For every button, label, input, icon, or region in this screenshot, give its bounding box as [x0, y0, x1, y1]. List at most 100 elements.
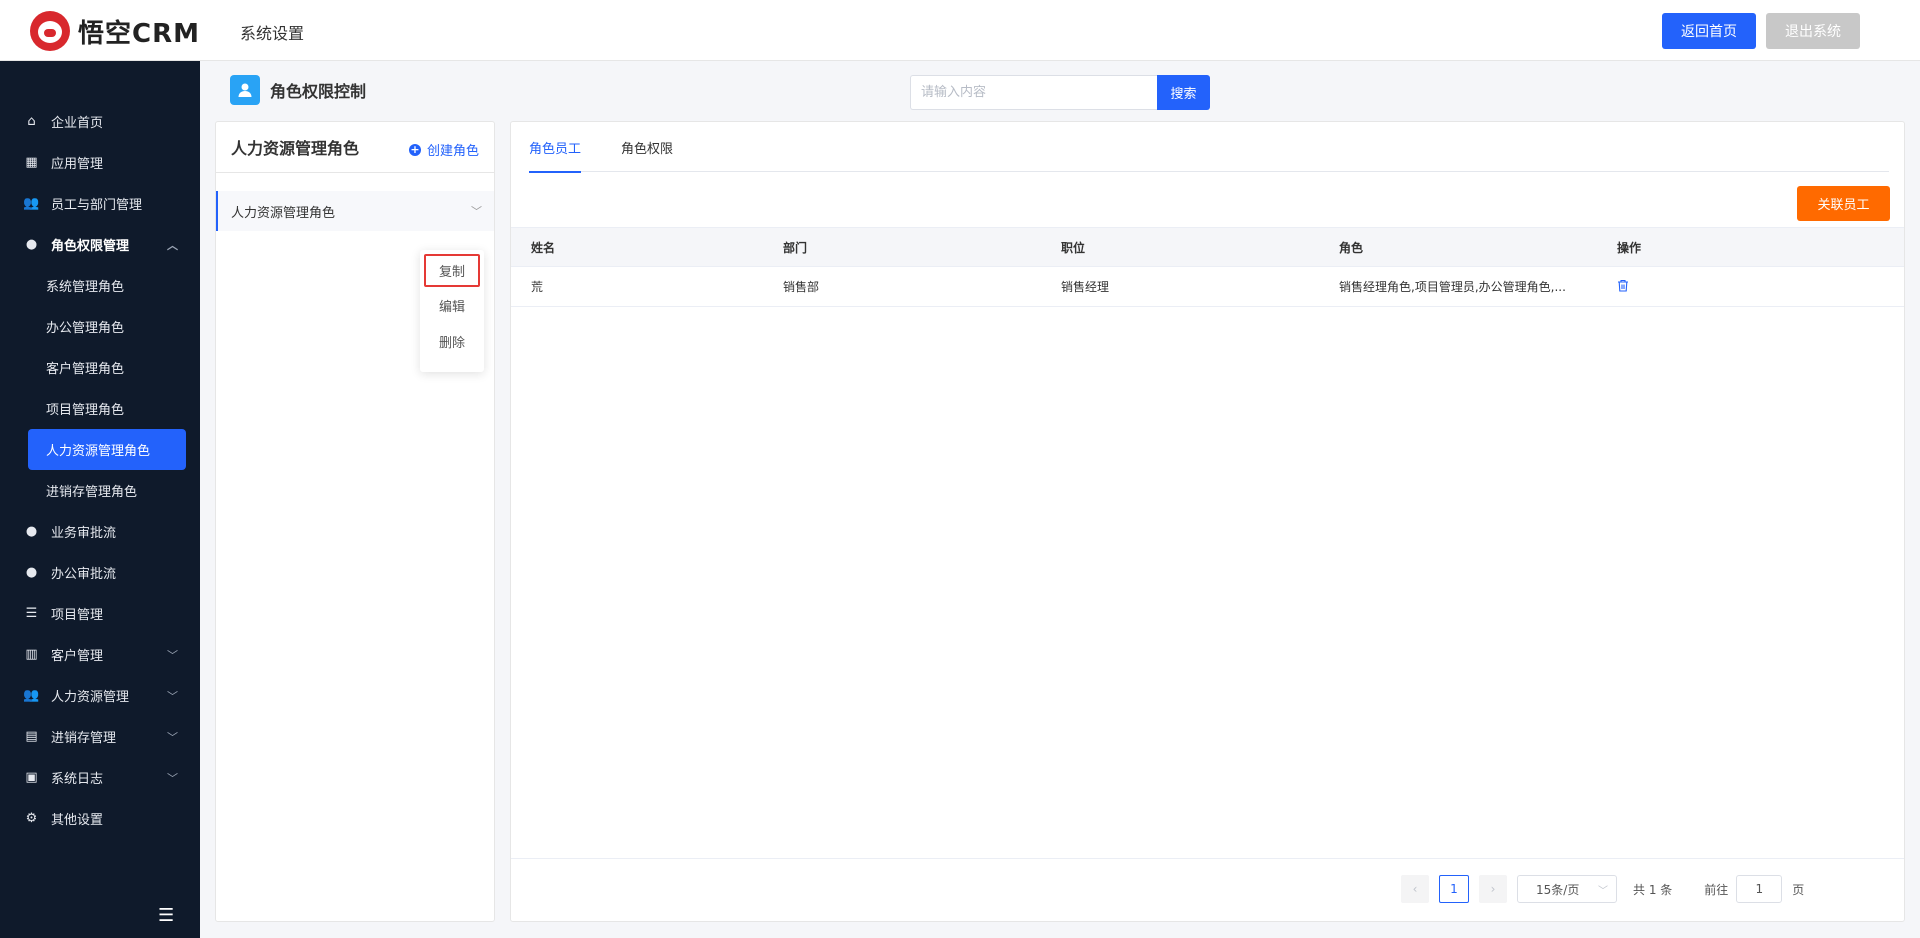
copy-menu-item[interactable]: 复制	[424, 254, 480, 287]
sidebar-item-label: 员工与部门管理	[51, 198, 143, 213]
create-role-label: 创建角色	[426, 144, 479, 159]
users-icon: 👥	[23, 688, 40, 703]
search-input[interactable]	[910, 75, 1157, 110]
table-footer-divider	[511, 858, 1904, 859]
chevron-down-icon[interactable]: ﹀	[471, 203, 482, 219]
sidebar-item-project-management[interactable]: ☰ 项目管理	[0, 593, 200, 634]
cell-name: 荒	[531, 280, 544, 294]
page-suffix: 页	[1792, 882, 1805, 897]
sidebar-item-label: 系统日志	[51, 772, 104, 787]
create-role-button[interactable]: + 创建角色	[408, 140, 479, 159]
page-size-select[interactable]: 15条/页 ﹀	[1517, 875, 1617, 903]
staff-table: 姓名 部门 职位 角色 操作 荒 销售部 销售经理 销售经理角色,项目管理员,办…	[511, 227, 1904, 307]
grid-icon: ▦	[25, 155, 38, 170]
page-size-value: 15条/页	[1536, 882, 1580, 897]
column-header-role: 角色	[1339, 240, 1364, 255]
sidebar-item-inventory-management[interactable]: ▤ 进销存管理 ﹀	[0, 716, 200, 757]
top-header: 悟空CRM 系统设置 返回首页 退出系统	[0, 0, 1920, 61]
role-name: 人力资源管理角色	[231, 205, 336, 221]
user-icon: ●	[25, 524, 38, 539]
chevron-down-icon: ﹀	[167, 730, 178, 744]
chevron-down-icon: ﹀	[167, 689, 178, 703]
sidebar-item-home[interactable]: ⌂ 企业首页	[0, 101, 200, 142]
pagination: ‹ 1 › 15条/页 ﹀ 共 1 条 前往 1 页	[1401, 875, 1804, 903]
header-title: 系统设置	[240, 24, 305, 43]
sidebar-item-label: 角色权限管理	[51, 239, 130, 254]
cell-action	[1615, 279, 1904, 295]
monkey-logo-icon	[30, 11, 70, 51]
collapse-sidebar-icon[interactable]: ☰	[158, 905, 174, 926]
user-avatar-icon	[230, 75, 260, 105]
prev-page-button[interactable]: ‹	[1401, 875, 1429, 903]
sidebar-item-role-permission[interactable]: ● 角色权限管理 ︿	[0, 224, 200, 265]
gear-icon: ⚙	[25, 811, 38, 826]
total-count: 共 1 条	[1633, 882, 1673, 897]
sidebar-item-customer-management[interactable]: ▥ 客户管理 ﹀	[0, 634, 200, 675]
goto-label: 前往	[1704, 882, 1729, 897]
logo: 悟空CRM	[30, 11, 200, 51]
clipboard-icon: ▣	[25, 770, 38, 785]
sidebar: ⌂ 企业首页 ▦ 应用管理 👥 员工与部门管理 ● 角色权限管理 ︿ 系统管理角…	[0, 61, 200, 938]
cell-roles: 销售经理角色,项目管理员,办公管理角色,...	[1339, 280, 1566, 294]
search-button[interactable]: 搜索	[1157, 75, 1210, 110]
chevron-down-icon: ﹀	[1598, 885, 1608, 897]
users-icon: 👥	[23, 196, 40, 211]
goto-page-input[interactable]: 1	[1736, 875, 1783, 903]
table-row: 荒 销售部 销售经理 销售经理角色,项目管理员,办公管理角色,...	[511, 267, 1904, 307]
sidebar-item-hr-management[interactable]: 👥 人力资源管理 ﹀	[0, 675, 200, 716]
tab-bar: 角色员工 角色权限	[529, 122, 1889, 173]
delete-menu-item[interactable]: 删除	[420, 323, 484, 359]
sidebar-item-office-approval[interactable]: ● 办公审批流	[0, 552, 200, 593]
divider	[216, 172, 494, 173]
sidebar-item-label: 其他设置	[51, 813, 104, 828]
sidebar-subitem-customer-role[interactable]: 客户管理角色	[0, 347, 200, 388]
role-panel: 人力资源管理角色 + 创建角色 人力资源管理角色 ﹀ 复制 编辑 删除	[215, 121, 495, 922]
search-bar: 搜索	[910, 75, 1210, 110]
sidebar-item-label: 客户管理	[51, 649, 104, 664]
sidebar-item-label: 应用管理	[51, 157, 104, 172]
page-title: 角色权限控制	[270, 82, 367, 101]
sidebar-item-business-approval[interactable]: ● 业务审批流	[0, 511, 200, 552]
sidebar-item-system-log[interactable]: ▣ 系统日志 ﹀	[0, 757, 200, 798]
edit-menu-item[interactable]: 编辑	[420, 287, 484, 323]
sidebar-item-label: 项目管理	[51, 608, 104, 623]
chevron-up-icon: ︿	[167, 238, 178, 252]
plus-circle-icon: +	[408, 142, 421, 156]
home-icon: ⌂	[27, 114, 36, 129]
column-header-position: 职位	[1061, 240, 1086, 255]
logo-text: 悟空CRM	[78, 18, 200, 49]
column-header-name: 姓名	[531, 240, 556, 255]
role-list-item[interactable]: 人力资源管理角色 ﹀	[216, 191, 494, 231]
role-panel-title: 人力资源管理角色	[231, 139, 360, 158]
sidebar-item-label: 办公审批流	[51, 567, 117, 582]
building-icon: ▥	[25, 647, 38, 662]
page-header: 角色权限控制	[230, 75, 366, 105]
next-page-button[interactable]: ›	[1479, 875, 1507, 903]
tab-role-permission[interactable]: 角色权限	[621, 122, 673, 172]
cell-position: 销售经理	[1061, 280, 1110, 294]
sidebar-subitem-inventory-role[interactable]: 进销存管理角色	[0, 470, 200, 511]
list-icon: ☰	[25, 606, 38, 621]
associate-staff-button[interactable]: 关联员工	[1797, 186, 1890, 221]
column-header-action: 操作	[1617, 240, 1642, 255]
sidebar-item-label: 业务审批流	[51, 526, 117, 541]
sidebar-subitem-hr-role[interactable]: 人力资源管理角色	[28, 429, 186, 470]
sidebar-item-label: 企业首页	[51, 116, 104, 131]
exit-system-button[interactable]: 退出系统	[1766, 13, 1860, 49]
chevron-down-icon: ﹀	[167, 771, 178, 785]
sidebar-item-staff-dept[interactable]: 👥 员工与部门管理	[0, 183, 200, 224]
sidebar-item-other-settings[interactable]: ⚙ 其他设置	[0, 798, 200, 839]
tab-role-staff[interactable]: 角色员工	[529, 122, 582, 173]
return-home-button[interactable]: 返回首页	[1662, 13, 1756, 49]
trash-icon[interactable]	[1617, 279, 1629, 295]
content-panel: 角色员工 角色权限 关联员工 姓名 部门 职位 角色 操作 荒 销售部 销售经理…	[510, 121, 1905, 922]
truck-icon: ▤	[25, 729, 38, 744]
page-number-button[interactable]: 1	[1439, 875, 1469, 903]
sidebar-item-label: 人力资源管理	[51, 690, 130, 705]
sidebar-subitem-system-role[interactable]: 系统管理角色	[0, 265, 200, 306]
column-header-dept: 部门	[783, 240, 808, 255]
sidebar-item-apps[interactable]: ▦ 应用管理	[0, 142, 200, 183]
sidebar-subitem-office-role[interactable]: 办公管理角色	[0, 306, 200, 347]
role-action-menu: 复制 编辑 删除	[420, 250, 484, 372]
sidebar-subitem-project-role[interactable]: 项目管理角色	[0, 388, 200, 429]
